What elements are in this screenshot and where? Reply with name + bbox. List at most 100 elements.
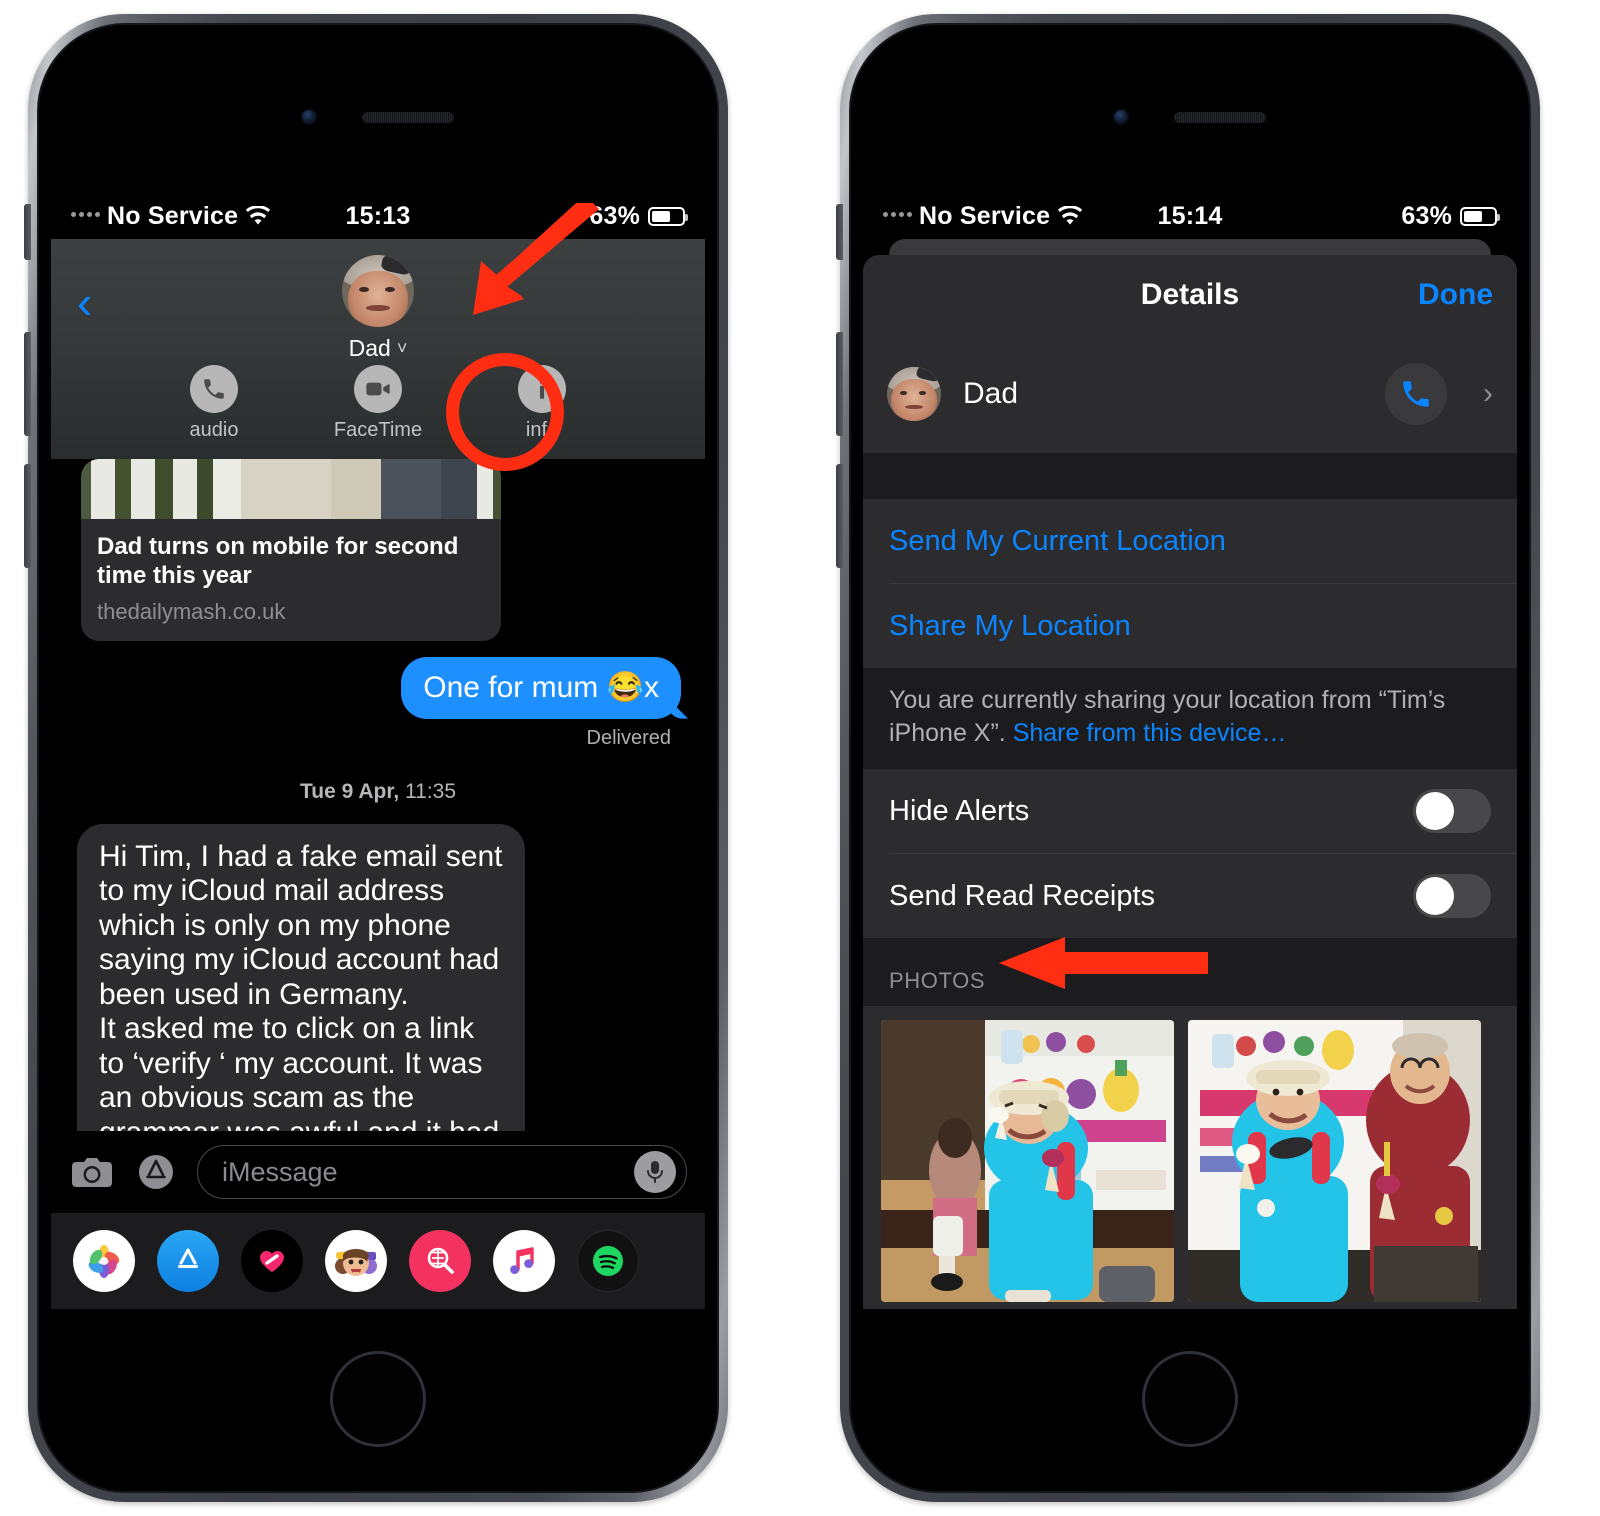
app-store-app-icon[interactable] <box>157 1230 219 1292</box>
contact-row[interactable]: Dad › <box>863 335 1517 453</box>
location-sharing-note: You are currently sharing your location … <box>863 668 1517 769</box>
chevron-down-icon[interactable]: ˅ <box>397 338 408 359</box>
volume-up-button[interactable] <box>24 332 31 436</box>
share-my-location-label: Share My Location <box>889 609 1131 642</box>
hide-alerts-label: Hide Alerts <box>889 794 1030 827</box>
phone-icon <box>190 365 238 413</box>
battery-percent-label: 63% <box>1401 201 1452 230</box>
device-body-left: No Service 15:13 63% ‹ Dad ˅ audio FaceT… <box>37 23 719 1493</box>
photos-grid[interactable] <box>863 1006 1517 1309</box>
mute-switch[interactable] <box>24 204 31 260</box>
wifi-icon <box>1057 206 1083 226</box>
link-preview-card[interactable]: Dad turns on mobile for second time this… <box>81 459 501 641</box>
signal-dots-icon <box>883 212 912 220</box>
status-left-group: No Service <box>883 202 1083 231</box>
battery-icon <box>648 206 688 226</box>
status-clock: 15:14 <box>1157 201 1223 230</box>
sensor-array-left <box>39 109 717 125</box>
conversation-header: ‹ Dad ˅ audio FaceTime info <box>51 239 705 459</box>
send-current-location-label: Send My Current Location <box>889 524 1226 557</box>
send-read-receipts-row[interactable]: Send Read Receipts <box>863 854 1517 938</box>
link-preview-url: thedailymash.co.uk <box>97 598 286 624</box>
link-preview-title: Dad turns on mobile for second time this… <box>97 533 459 589</box>
facetime-button[interactable]: FaceTime <box>332 365 424 442</box>
audio-call-button[interactable]: audio <box>168 365 260 442</box>
chevron-right-icon[interactable]: › <box>1483 377 1493 411</box>
avatar <box>887 367 941 421</box>
battery-percent-label: 63% <box>589 201 640 230</box>
hide-alerts-toggle[interactable] <box>1413 789 1491 833</box>
header-contact-name[interactable]: Dad ˅ <box>349 335 408 362</box>
facetime-label: FaceTime <box>333 419 423 441</box>
battery-icon <box>1460 206 1500 226</box>
status-right-group: 63% <box>1401 201 1500 231</box>
timestamp-day: Tue 9 Apr, <box>299 779 400 803</box>
send-read-receipts-toggle[interactable] <box>1413 874 1491 918</box>
status-right-group: 63% <box>589 201 688 231</box>
carrier-label: No Service <box>107 201 239 230</box>
earpiece-speaker <box>362 111 454 123</box>
volume-up-button-right[interactable] <box>836 332 843 436</box>
home-button[interactable] <box>1142 1351 1238 1447</box>
app-store-icon[interactable] <box>133 1149 179 1195</box>
details-sheet: Details Done Dad › Send My Current Locat… <box>863 255 1517 1309</box>
iphone-device-right: No Service 15:14 63% Details Done Dad › … <box>836 14 1540 1502</box>
memoji-app-icon[interactable] <box>325 1230 387 1292</box>
location-actions-list: Send My Current Location Share My Locati… <box>863 499 1517 668</box>
status-bar-left: No Service 15:13 63% <box>51 193 705 239</box>
hide-alerts-row[interactable]: Hide Alerts <box>863 769 1517 853</box>
camera-icon[interactable] <box>69 1149 115 1195</box>
share-from-this-device-link[interactable]: Share from this device… <box>1013 719 1287 747</box>
send-read-receipts-label: Send Read Receipts <box>889 879 1155 912</box>
images-search-app-icon[interactable] <box>409 1230 471 1292</box>
message-timestamp: Tue 9 Apr, 11:35 <box>69 780 687 804</box>
apple-music-app-icon[interactable] <box>493 1230 555 1292</box>
status-bar-right: No Service 15:14 63% <box>863 193 1517 239</box>
photo-woman-ice-cream[interactable] <box>881 1020 1174 1302</box>
audio-label: audio <box>189 419 239 441</box>
photos-section-header: PHOTOS <box>863 938 1517 1006</box>
volume-down-button[interactable] <box>24 464 31 568</box>
home-button[interactable] <box>330 1351 426 1447</box>
share-my-location-button[interactable]: Share My Location <box>863 584 1517 668</box>
earpiece-speaker <box>1174 111 1266 123</box>
screenshot-canvas: No Service 15:13 63% ‹ Dad ˅ audio FaceT… <box>0 0 1600 1516</box>
delivery-status-label: Delivered <box>586 726 671 749</box>
message-list[interactable]: Dad turns on mobile for second time this… <box>51 459 705 1219</box>
photos-app-icon[interactable] <box>73 1230 135 1292</box>
status-left-group: No Service <box>71 202 271 231</box>
signal-dots-icon <box>71 212 100 220</box>
info-icon <box>518 365 566 413</box>
timestamp-time: 11:35 <box>405 779 457 803</box>
device-body-right: No Service 15:14 63% Details Done Dad › … <box>849 23 1531 1493</box>
phone-icon[interactable] <box>1385 363 1447 425</box>
spotify-app-icon[interactable] <box>577 1230 639 1292</box>
contact-name-label: Dad <box>963 377 1019 410</box>
outgoing-bubble[interactable]: One for mum 😂x <box>401 656 681 719</box>
contact-name-label: Dad <box>348 335 391 361</box>
front-camera-icon <box>1114 110 1128 124</box>
iphone-device-left: No Service 15:13 63% ‹ Dad ˅ audio FaceT… <box>24 14 728 1502</box>
microphone-icon[interactable] <box>634 1151 676 1193</box>
link-preview-image <box>81 459 501 519</box>
imessage-app-dock[interactable] <box>51 1213 705 1309</box>
volume-down-button-right[interactable] <box>836 464 843 568</box>
imessage-placeholder: iMessage <box>222 1156 338 1187</box>
mute-switch-right[interactable] <box>836 204 843 260</box>
header-contact-block[interactable]: Dad ˅ <box>51 255 705 362</box>
status-clock: 15:13 <box>345 201 411 230</box>
wifi-icon <box>245 206 271 226</box>
header-action-row: audio FaceTime info <box>51 365 705 442</box>
sheet-nav-bar: Details Done <box>863 255 1517 335</box>
digital-touch-app-icon[interactable] <box>241 1230 303 1292</box>
screen-left: No Service 15:13 63% ‹ Dad ˅ audio FaceT… <box>51 193 705 1309</box>
avatar[interactable] <box>342 255 414 327</box>
info-button[interactable]: info <box>496 365 588 442</box>
carrier-label: No Service <box>919 201 1051 230</box>
front-camera-icon <box>302 110 316 124</box>
photo-couple-ice-cream[interactable] <box>1188 1020 1481 1302</box>
done-button[interactable]: Done <box>1418 278 1493 312</box>
page-title: Details <box>1140 278 1240 311</box>
send-current-location-button[interactable]: Send My Current Location <box>863 499 1517 583</box>
imessage-input[interactable]: iMessage <box>197 1145 687 1199</box>
